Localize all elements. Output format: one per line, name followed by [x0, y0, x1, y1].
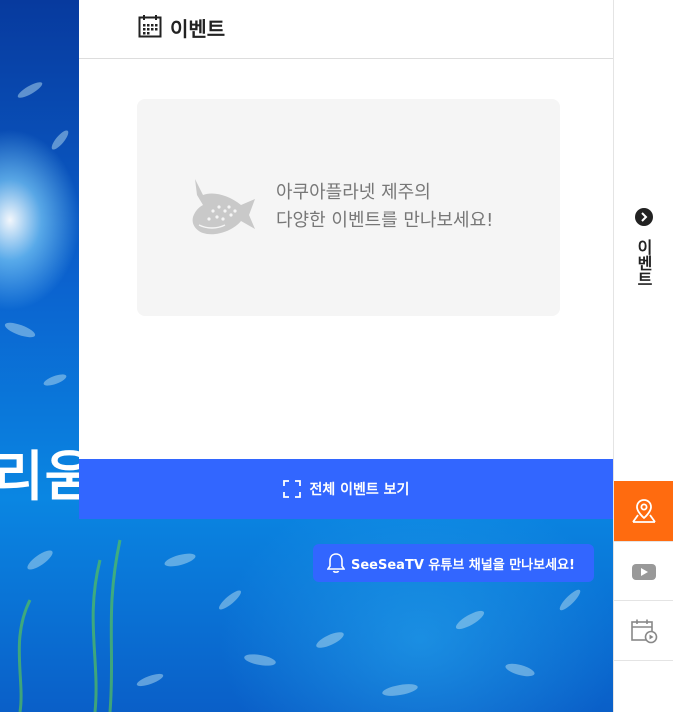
schedule-icon	[631, 619, 658, 643]
event-panel: 이벤트 아쿠아플라넷 제주의 다양한 이벤트를 만나보세요! 전체 이벤트 보기	[79, 0, 613, 519]
event-panel-header: 이벤트	[79, 0, 613, 59]
bell-icon	[327, 553, 345, 573]
calendar-icon	[138, 15, 162, 38]
view-all-label: 전체 이벤트 보기	[309, 482, 410, 498]
panel-title: 이벤트	[170, 17, 226, 41]
rail-tab-event[interactable]: 이벤트	[614, 205, 673, 295]
youtube-icon	[632, 563, 656, 580]
map-pin-icon	[632, 499, 656, 523]
seeseatv-banner[interactable]: SeeSeaTV 유튜브 채널을 만나보세요!	[313, 544, 594, 582]
empty-message-line1: 아쿠아플라넷 제주의	[276, 182, 431, 203]
seeseatv-banner-label: SeeSeaTV 유튜브 채널을 만나보세요!	[351, 557, 575, 573]
youtube-button[interactable]	[614, 541, 673, 601]
empty-message: 아쿠아플라넷 제주의 다양한 이벤트를 만나보세요!	[276, 179, 493, 235]
view-all-events-button[interactable]: 전체 이벤트 보기	[79, 459, 613, 519]
expand-icon	[282, 480, 301, 498]
empty-event-box: 아쿠아플라넷 제주의 다양한 이벤트를 만나보세요!	[137, 99, 560, 316]
side-rail: 이벤트	[613, 0, 673, 712]
whale-shark-icon	[192, 179, 255, 235]
map-button[interactable]	[614, 481, 673, 541]
empty-message-line2: 다양한 이벤트를 만나보세요!	[276, 210, 494, 231]
schedule-button[interactable]	[614, 600, 673, 661]
rail-tab-label: 이벤트	[634, 239, 653, 287]
chevron-right-icon	[635, 208, 653, 226]
